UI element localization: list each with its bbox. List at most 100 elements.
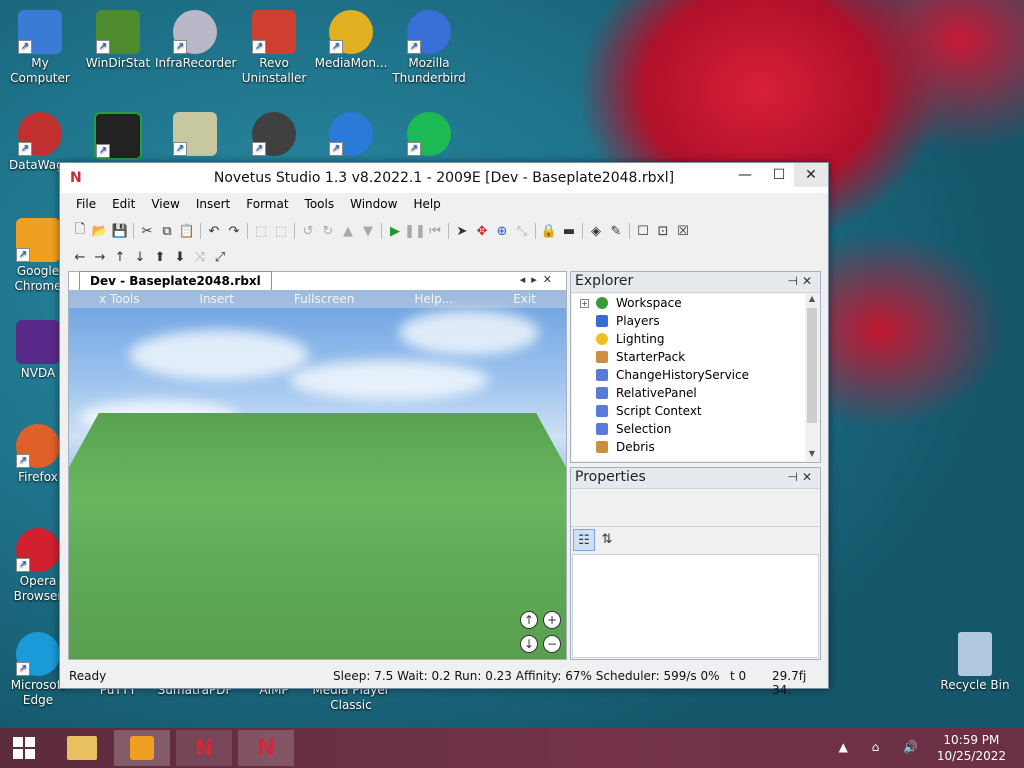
properties-grid[interactable]	[572, 554, 819, 658]
menu-insert[interactable]: Insert	[188, 195, 238, 217]
desktop-icon-matrix[interactable]: ↗	[78, 112, 158, 162]
menu-window[interactable]: Window	[342, 195, 405, 217]
desktop-icon-moon[interactable]: ↗	[311, 112, 391, 158]
save-icon[interactable]: 💾	[110, 221, 130, 241]
zoom-in-icon[interactable]: +	[543, 611, 561, 629]
resize-icon[interactable]: ⤡	[512, 221, 532, 241]
pane-controls[interactable]: ⊣✕	[787, 470, 816, 484]
novetus-studio-window: N Novetus Studio 1.3 v8.2022.1 - 2009E […	[59, 162, 829, 697]
tree-item-lighting[interactable]: Lighting	[572, 330, 819, 348]
select-cursor-icon[interactable]: ➤	[452, 221, 472, 241]
menu-help[interactable]: Help	[405, 195, 448, 217]
taskbar-novetus-2[interactable]: N	[238, 730, 294, 766]
desktop-icon-recycle-bin[interactable]: Recycle Bin	[935, 632, 1015, 693]
redo-icon[interactable]: ↷	[224, 221, 244, 241]
expand-icon[interactable]: +	[580, 299, 589, 308]
zoom-out-icon[interactable]: −	[543, 635, 561, 653]
menu-format[interactable]: Format	[238, 195, 296, 217]
categorized-icon[interactable]: ☷	[573, 529, 595, 551]
desktop-icon-revo[interactable]: ↗ Revo Uninstaller	[234, 10, 314, 86]
vp-fullscreen[interactable]: Fullscreen	[294, 290, 354, 308]
move-icon[interactable]: ✥	[472, 221, 492, 241]
tree-item-selection[interactable]: Selection	[572, 420, 819, 438]
reset-icon[interactable]: ⏮	[425, 221, 445, 241]
document-tab[interactable]: Dev - Baseplate2048.rbxl	[79, 271, 272, 290]
3d-viewport[interactable]: x Tools Insert Fullscreen Help... Exit ↑…	[69, 290, 566, 659]
zoom-extents-icon[interactable]: ⊡	[653, 221, 673, 241]
desktop-icon-my-computer[interactable]: ↗ My Computer	[0, 10, 80, 86]
arrow-right-icon[interactable]: →	[90, 247, 110, 267]
surface-icon[interactable]: ▬	[559, 221, 579, 241]
rotate-right-icon[interactable]: ↻	[318, 221, 338, 241]
camera-up-icon[interactable]: ↑	[520, 611, 538, 629]
desktop-icon-thunderbird[interactable]: ↗ Mozilla Thunderbird	[389, 10, 469, 86]
pause-icon[interactable]: ❚❚	[404, 221, 426, 241]
menu-file[interactable]: File	[68, 195, 104, 217]
copy-icon[interactable]: ⧉	[157, 221, 177, 241]
paint-bucket-icon[interactable]: ◈	[586, 221, 606, 241]
tree-item-workspace[interactable]: + Workspace	[572, 294, 819, 312]
taskbar-clock[interactable]: 10:59 PM 10/25/2022	[937, 732, 1006, 764]
tree-item-starterpack[interactable]: StarterPack	[572, 348, 819, 366]
dropper-icon[interactable]: ✎	[606, 221, 626, 241]
tilt-up-icon[interactable]: ▲	[338, 221, 358, 241]
tree-item-changehistoryservice[interactable]: ChangeHistoryService	[572, 366, 819, 384]
desktop-icon-notepad[interactable]: ↗	[155, 112, 235, 158]
system-tray[interactable]: ▲ ⌂ 🔊	[839, 740, 928, 754]
menu-edit[interactable]: Edit	[104, 195, 143, 217]
uninstall-icon: ↗	[252, 10, 296, 54]
open-folder-icon[interactable]: 📂	[90, 221, 110, 241]
axis-move-icon[interactable]: ⊕	[492, 221, 512, 241]
arrow-left-icon[interactable]: ←	[70, 247, 90, 267]
start-button[interactable]	[0, 730, 48, 766]
sort-alpha-icon[interactable]: ⇅	[597, 529, 617, 549]
select-box-icon[interactable]: ☐	[633, 221, 653, 241]
tree-item-debris[interactable]: Debris	[572, 438, 819, 456]
vp-exit[interactable]: Exit	[513, 290, 536, 308]
tree-item-players[interactable]: Players	[572, 312, 819, 330]
taskbar-file-explorer[interactable]	[54, 730, 110, 766]
arrow-down-curve-icon[interactable]: ↓	[130, 247, 150, 267]
camera-down-icon[interactable]: ↓	[520, 635, 538, 653]
scroll-down-icon[interactable]: ▼	[805, 449, 819, 461]
vp-insert[interactable]: Insert	[200, 290, 234, 308]
close-button[interactable]: ✕	[794, 163, 828, 187]
vp-help[interactable]: Help...	[414, 290, 453, 308]
ungroup-icon[interactable]: ⬚	[271, 221, 291, 241]
vp-tools[interactable]: x Tools	[99, 290, 139, 308]
desktop-icon-steam[interactable]: ↗	[234, 112, 314, 158]
group-icon[interactable]: ⬚	[251, 221, 271, 241]
explorer-scrollbar[interactable]: ▲ ▼	[805, 294, 819, 461]
maximize-button[interactable]: ☐	[762, 163, 796, 187]
new-file-icon[interactable]: 🗋	[70, 221, 90, 241]
taskbar-novetus-1[interactable]: N	[176, 730, 232, 766]
paste-icon[interactable]: 📋	[177, 221, 197, 241]
desktop-icon-spotify[interactable]: ↗	[389, 112, 469, 158]
play-icon[interactable]: ▶	[385, 221, 405, 241]
taskbar-chrome[interactable]	[114, 730, 170, 766]
title-bar[interactable]: N Novetus Studio 1.3 v8.2022.1 - 2009E […	[60, 163, 828, 193]
pane-controls[interactable]: ⊣✕	[787, 274, 816, 288]
desktop-icon-mediamonkey[interactable]: ↗ MediaMon...	[311, 10, 391, 71]
arrow-down-icon[interactable]: ⬇	[170, 247, 190, 267]
expand-icon[interactable]: ⤢	[210, 247, 230, 267]
arrow-up-curve-icon[interactable]: ↑	[110, 247, 130, 267]
tilt-down-icon[interactable]: ▼	[358, 221, 378, 241]
delete-box-icon[interactable]: ☒	[673, 221, 693, 241]
menu-tools[interactable]: Tools	[297, 195, 343, 217]
rotate-left-icon[interactable]: ↺	[298, 221, 318, 241]
tree-item-script-context[interactable]: Script Context	[572, 402, 819, 420]
menu-view[interactable]: View	[143, 195, 187, 217]
tab-controls[interactable]: ◂▸✕	[520, 273, 558, 286]
firefox-icon: ↗	[16, 424, 60, 468]
cut-icon[interactable]: ✂	[137, 221, 157, 241]
collapse-icon[interactable]: ⤨	[190, 247, 210, 267]
undo-icon[interactable]: ↶	[204, 221, 224, 241]
minimize-button[interactable]: —	[728, 163, 762, 187]
tree-item-relativepanel[interactable]: RelativePanel	[572, 384, 819, 402]
arrow-up-icon[interactable]: ⬆	[150, 247, 170, 267]
desktop-icon-windirstat[interactable]: ↗ WinDirStat	[78, 10, 158, 71]
lock-icon[interactable]: 🔒	[539, 221, 559, 241]
scroll-up-icon[interactable]: ▲	[805, 294, 819, 306]
desktop-icon-infrarecorder[interactable]: ↗ InfraRecorder	[155, 10, 236, 71]
